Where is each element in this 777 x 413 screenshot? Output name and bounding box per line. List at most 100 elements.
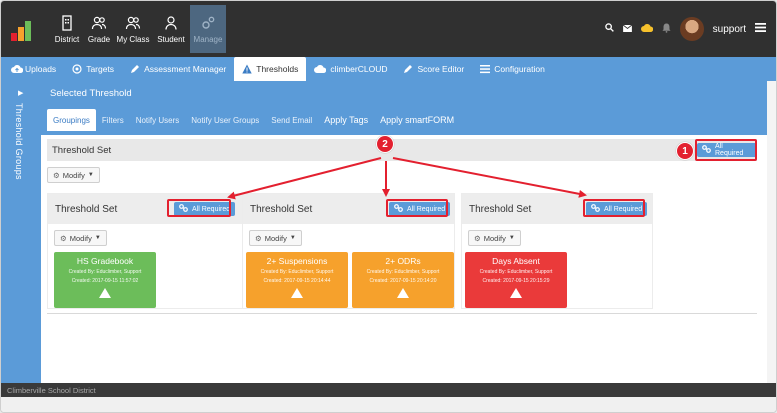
subnav-assessment-manager[interactable]: Assessment Manager (122, 57, 234, 81)
warning-icon (510, 288, 522, 298)
tile-created: Created: 2017-09-15 11:57:02 (71, 278, 139, 284)
tab-filters[interactable]: Filters (96, 109, 130, 131)
subnav-label: Configuration (494, 64, 545, 74)
warning-icon (242, 64, 252, 74)
subnav-label: Thresholds (256, 64, 299, 74)
tab-apply-tags[interactable]: Apply Tags (318, 109, 374, 131)
panel-tabs: Groupings Filters Notify Users Notify Us… (47, 109, 460, 131)
tile-name: HS Gradebook (76, 256, 134, 266)
tab-groupings[interactable]: Groupings (47, 109, 96, 131)
subnav-label: Uploads (25, 64, 57, 74)
gears-icon: ⚙ (60, 233, 67, 243)
bell-icon[interactable] (662, 23, 671, 36)
tile-created-by: Created By: Educlimber, Support (479, 269, 553, 275)
tile-name: 2+ ODRs (385, 256, 421, 266)
modify-label: Modify (62, 170, 85, 180)
subnav-targets[interactable]: Targets (64, 57, 122, 81)
username[interactable]: support (713, 24, 746, 35)
subnav-climbercloud[interactable]: climberCLOUD (306, 57, 395, 81)
modify-dropdown[interactable]: ⚙ Modify ▼ (468, 230, 521, 246)
modify-label: Modify (483, 233, 506, 243)
logo[interactable] (11, 17, 37, 41)
footer-text: Climberville School District (7, 386, 96, 395)
pencil-icon (130, 64, 140, 74)
users-icon (91, 15, 107, 31)
hamburger-menu-icon[interactable] (755, 23, 766, 35)
gears-icon: ⚙ (255, 233, 262, 243)
threshold-tile[interactable]: Days Absent Created By: Educlimber, Supp… (465, 252, 567, 308)
main-panel: Selected Threshold Groupings Filters Not… (41, 81, 767, 383)
nav-student[interactable]: Student (155, 5, 187, 53)
subnav-configuration[interactable]: Configuration (472, 57, 553, 81)
modify-label: Modify (69, 233, 92, 243)
subnav-label: Score Editor (417, 64, 465, 74)
subnav-thresholds[interactable]: Thresholds (234, 57, 307, 81)
warning-icon (397, 288, 409, 298)
sidebar-label: Threshold Groups (14, 103, 24, 180)
nav-label: My Class (116, 34, 150, 44)
threshold-set-header: Threshold Set All Required (47, 139, 757, 161)
nav-district[interactable]: District (51, 5, 83, 53)
nav-manage[interactable]: Manage (190, 5, 226, 53)
nav-grade[interactable]: Grade (85, 5, 113, 53)
card-title: Threshold Set (250, 204, 313, 215)
subnav-label: Assessment Manager (144, 64, 227, 74)
user-icon (163, 15, 179, 31)
subnav-score-editor[interactable]: Score Editor (395, 57, 472, 81)
modify-dropdown[interactable]: ⚙ Modify ▼ (249, 230, 302, 246)
building-icon (59, 14, 75, 31)
threshold-tile[interactable]: 2+ ODRs Created By: Educlimber, Support … (352, 252, 454, 308)
modify-dropdown[interactable]: ⚙ Modify ▼ (47, 167, 100, 183)
highlight-box (386, 199, 448, 217)
highlight-box (695, 139, 757, 161)
nav-label: Grade (87, 34, 111, 44)
search-icon[interactable] (604, 23, 614, 35)
tab-apply-smartform[interactable]: Apply smartFORM (374, 109, 460, 131)
gears-icon: ⚙ (53, 170, 60, 180)
tab-notify-user-groups[interactable]: Notify User Groups (185, 109, 265, 131)
bottom-strip (1, 397, 776, 412)
cloud-upload-icon (11, 64, 24, 74)
subnav-uploads[interactable]: Uploads (9, 57, 64, 81)
mail-icon[interactable] (622, 24, 632, 35)
callout-marker: 1 (676, 142, 694, 160)
gears-icon (200, 15, 216, 31)
tab-send-email[interactable]: Send Email (265, 109, 318, 131)
gears-icon: ⚙ (474, 233, 481, 243)
threshold-set-label: Threshold Set (52, 145, 112, 156)
nav-my-class[interactable]: My Class (115, 5, 151, 53)
top-right-tools: support (604, 17, 766, 41)
card-title: Threshold Set (55, 204, 118, 215)
card-title: Threshold Set (469, 204, 532, 215)
highlight-box (583, 199, 645, 217)
nav-label: District (54, 34, 80, 44)
panel-title: Selected Threshold (50, 88, 132, 99)
tab-notify-users[interactable]: Notify Users (130, 109, 186, 131)
caret-down-icon: ▼ (87, 172, 94, 178)
tile-created: Created: 2017-09-15 20:14:44 (263, 278, 331, 284)
footer: Climberville School District (1, 383, 776, 397)
tile-created: Created: 2017-09-15 20:15:29 (482, 278, 550, 284)
users-icon (125, 15, 141, 31)
warning-icon (99, 288, 111, 298)
highlight-box (167, 199, 231, 217)
warning-icon (291, 288, 303, 298)
threshold-tile[interactable]: 2+ Suspensions Created By: Educlimber, S… (246, 252, 348, 308)
cloud-warning-icon[interactable] (640, 23, 653, 35)
threshold-tile[interactable]: HS Gradebook Created By: Educlimber, Sup… (54, 252, 156, 308)
list-icon (480, 64, 491, 74)
avatar[interactable] (679, 17, 704, 41)
tile-created-by: Created By: Educlimber, Support (366, 269, 440, 275)
threshold-groups-sidebar[interactable]: ▶ Threshold Groups (1, 81, 41, 383)
divider (47, 313, 757, 314)
tile-created: Created: 2017-09-15 20:14:20 (369, 278, 437, 284)
top-navbar: District Grade My Class Student Manage s… (1, 1, 776, 57)
subnav-label: Targets (86, 64, 115, 74)
nav-label: Manage (193, 34, 223, 44)
expand-arrow-icon[interactable]: ▶ (18, 89, 23, 97)
app-window: District Grade My Class Student Manage s… (0, 0, 777, 413)
panel-header: Selected Threshold Groupings Filters Not… (41, 81, 767, 135)
pencil-icon (403, 64, 413, 74)
modify-dropdown[interactable]: ⚙ Modify ▼ (54, 230, 107, 246)
nav-label: Student (157, 34, 185, 44)
